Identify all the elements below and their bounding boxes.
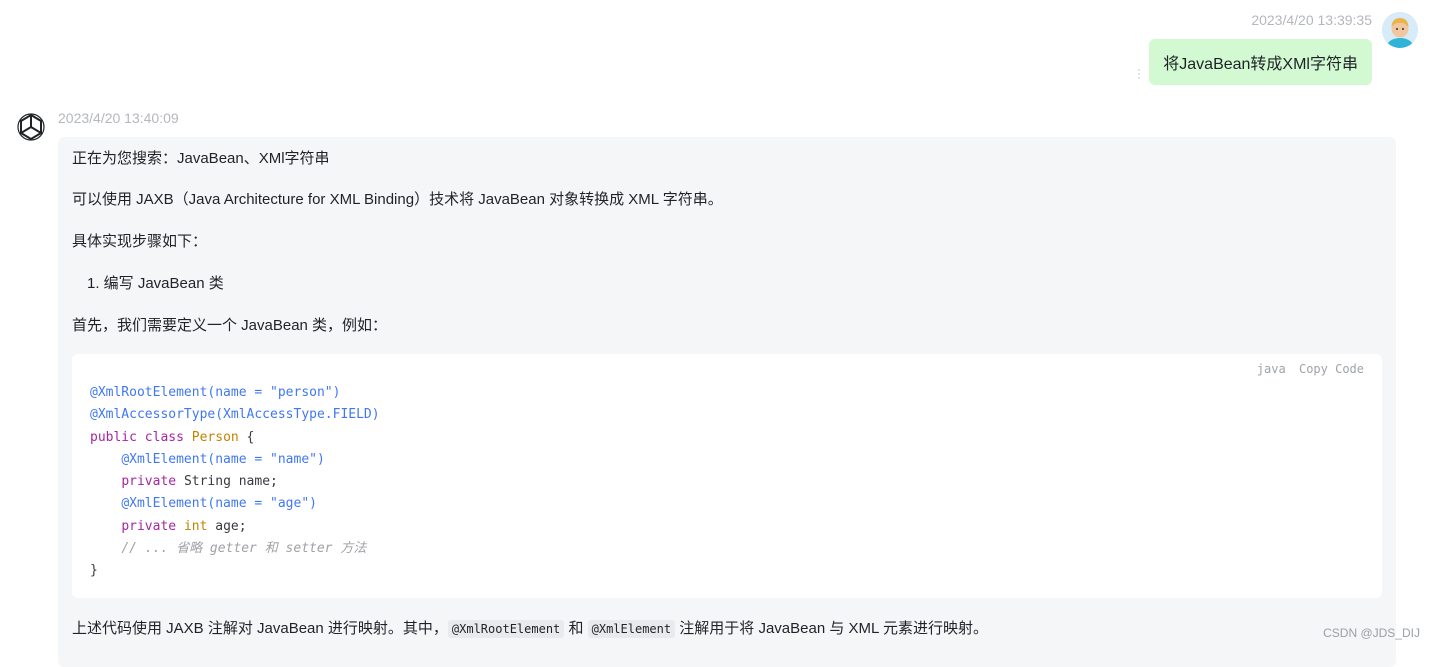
code-line: @XmlAccessorType(XmlAccessType.FIELD)	[90, 407, 380, 422]
code-line: private int age;	[90, 518, 247, 534]
code-line: private String name;	[90, 474, 278, 489]
code-token: private	[121, 518, 184, 534]
code-content: @XmlRootElement(name = "person") @XmlAcc…	[90, 382, 380, 583]
code-token: // ... 省略 getter 和 setter 方法	[121, 541, 367, 557]
code-token: public	[90, 429, 145, 445]
code-token: @XmlElement(name = "age")	[121, 496, 317, 512]
bot-message-bubble: 正在为您搜索：JavaBean、XMl字符串 可以使用 JAXB（Java Ar…	[58, 137, 1396, 667]
openai-logo-icon	[14, 110, 48, 144]
watermark: CSDN @JDS_DIJ	[1323, 626, 1420, 640]
code-line: public class Person {	[90, 430, 254, 445]
more-vertical-icon[interactable]: · · ·	[1136, 63, 1142, 83]
code-block: java Copy Code @XmlRootElement(name = "p…	[72, 354, 1382, 598]
code-token: Person	[191, 429, 239, 445]
explanation-text: 和	[564, 620, 588, 637]
code-token: class	[144, 429, 192, 445]
code-token: age;	[207, 518, 247, 534]
code-line: }	[90, 563, 98, 578]
code-line: @XmlElement(name = "age")	[90, 496, 317, 511]
code-line: // ... 省略 getter 和 setter 方法	[90, 541, 366, 556]
code-explanation: 上述代码使用 JAXB 注解对 JavaBean 进行映射。其中， @XmlRoo…	[72, 619, 988, 639]
code-token: private	[121, 474, 184, 490]
list-item: 1. 编写 JavaBean 类	[87, 275, 224, 292]
code-token: {	[238, 429, 255, 445]
search-status-text: 正在为您搜索：JavaBean、XMl字符串	[72, 150, 330, 167]
inline-code-xmlelement: @XmlElement	[587, 620, 676, 638]
code-token: String name;	[183, 474, 278, 490]
code-token: @XmlAccessorType(XmlAccessType.FIELD)	[90, 407, 380, 423]
code-language-label: java	[1256, 362, 1286, 376]
code-token: int	[183, 518, 208, 534]
user-avatar-icon[interactable]	[1382, 12, 1418, 48]
explanation-text: 上述代码使用 JAXB 注解对 JavaBean 进行映射。其中，	[72, 620, 448, 637]
code-line: @XmlElement(name = "name")	[90, 452, 325, 467]
explanation-text: 注解用于将 JavaBean 与 XML 元素进行映射。	[675, 620, 988, 637]
inline-code-xmlrootelement: @XmlRootElement	[447, 620, 565, 638]
copy-code-button[interactable]: Copy Code	[1299, 362, 1364, 376]
user-message-bubble: 将JavaBean转成XMl字符串	[1149, 39, 1372, 85]
answer-intro: 可以使用 JAXB（Java Architecture for XML Bind…	[72, 191, 723, 208]
bot-message-timestamp: 2023/4/20 13:40:09	[58, 110, 179, 126]
code-token: @XmlRootElement(name = "person")	[90, 385, 341, 400]
code-line: @XmlRootElement(name = "person")	[90, 385, 340, 400]
code-token: }	[90, 563, 98, 579]
code-toolbar: java Copy Code	[1251, 362, 1364, 376]
steps-heading: 具体实现步骤如下：	[72, 233, 208, 250]
code-token: @XmlElement(name = "name")	[121, 451, 325, 467]
user-message-timestamp: 2023/4/20 13:39:35	[1251, 12, 1372, 28]
step-description: 首先，我们需要定义一个 JavaBean 类，例如：	[72, 317, 388, 334]
